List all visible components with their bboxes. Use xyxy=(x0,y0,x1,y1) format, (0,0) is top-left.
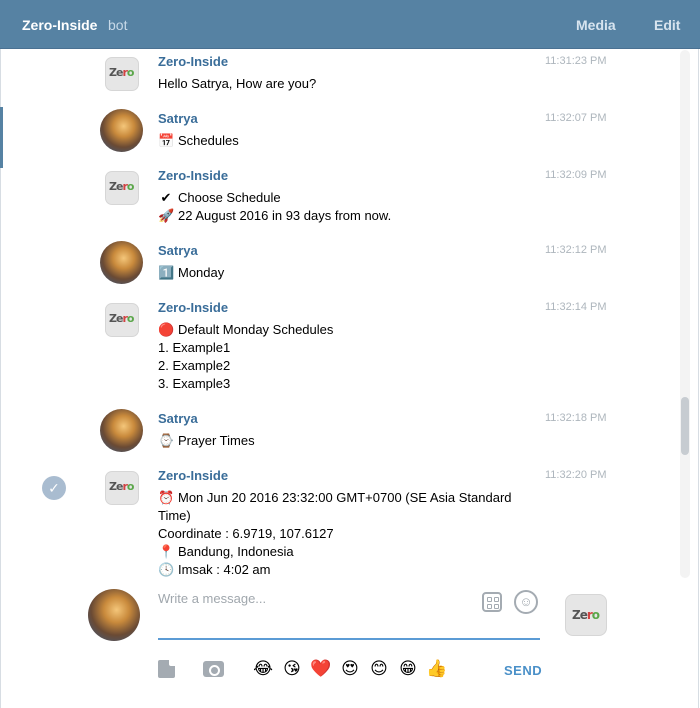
message-sender[interactable]: Zero-Inside xyxy=(158,168,228,183)
user-avatar[interactable] xyxy=(100,109,143,152)
message-text: 1. Example1 xyxy=(158,340,231,355)
media-button[interactable]: Media xyxy=(576,17,616,33)
bot-logo: Zero xyxy=(109,180,134,193)
message-emoji-icon: 🔴 xyxy=(158,322,175,337)
message-emoji-icon: 🕓 xyxy=(158,562,175,577)
message-emoji-icon: 📅 xyxy=(158,133,175,148)
message-text: ⌚ Prayer Times xyxy=(158,433,255,448)
message-time: 11:31:23 PM xyxy=(545,55,607,67)
bot-logo: Zero xyxy=(109,312,134,325)
message-text: ✔ Choose Schedule xyxy=(158,190,281,206)
bot-avatar[interactable]: Zero xyxy=(105,471,139,505)
message-emoji-icon: 1️⃣ xyxy=(158,265,175,280)
message-time: 11:32:09 PM xyxy=(545,169,607,181)
selected-check-icon[interactable]: ✓ xyxy=(42,476,66,500)
message-text: 🚀 22 August 2016 in 93 days from now. xyxy=(158,208,392,223)
message-time: 11:32:07 PM xyxy=(545,112,607,124)
bot-avatar[interactable]: Zero xyxy=(105,57,139,91)
message-input-underline xyxy=(158,638,540,640)
bot-avatar[interactable]: Zero xyxy=(105,303,139,337)
bot-avatar[interactable]: Zero xyxy=(105,171,139,205)
quick-emoji-button[interactable]: 😘 xyxy=(281,658,303,680)
message-input[interactable] xyxy=(158,589,468,607)
right-border xyxy=(698,49,699,708)
message-text: Time) xyxy=(158,508,191,523)
chat-header: Zero-Inside bot Media Edit xyxy=(0,0,700,49)
message-sender[interactable]: Zero-Inside xyxy=(158,300,228,315)
message-sender[interactable]: Zero-Inside xyxy=(158,468,228,483)
message-text: Coordinate : 6.9719, 107.6127 xyxy=(158,526,334,541)
bot-logo: Zero xyxy=(109,66,134,79)
quick-emoji-button[interactable]: 😂 xyxy=(252,658,274,680)
message-text: 📍 Bandung, Indonesia xyxy=(158,544,294,559)
quick-emoji-button[interactable]: ❤️ xyxy=(310,658,332,680)
emoji-picker-icon[interactable]: ☺ xyxy=(514,590,538,614)
message-emoji-icon: 📍 xyxy=(158,544,175,559)
message-sender[interactable]: Satrya xyxy=(158,243,198,258)
scrollbar-thumb[interactable] xyxy=(681,397,689,455)
message-text: ⏰ Mon Jun 20 2016 23:32:00 GMT+0700 (SE A… xyxy=(158,490,512,505)
scrollbar-track[interactable] xyxy=(680,50,690,578)
message-text: Hello Satrya, How are you? xyxy=(158,76,317,91)
send-button[interactable]: SEND xyxy=(504,663,542,678)
message-text: 🕓 Imsak : 4:02 am xyxy=(158,562,271,577)
message-text: 3. Example3 xyxy=(158,376,231,391)
message-text: 1️⃣ Monday xyxy=(158,265,225,280)
quick-emoji-button[interactable]: 😍 xyxy=(339,658,361,680)
peer-bot-avatar[interactable]: Zero xyxy=(565,594,607,636)
message-time: 11:32:12 PM xyxy=(545,244,607,256)
chat-title[interactable]: Zero-Inside xyxy=(22,17,97,33)
quick-emoji-button[interactable]: 👍 xyxy=(426,658,448,680)
message-text: 2. Example2 xyxy=(158,358,231,373)
bot-logo: Zero xyxy=(109,480,134,493)
active-dialog-marker xyxy=(0,107,3,168)
message-text: 📅 Schedules xyxy=(158,133,239,148)
message-time: 11:32:14 PM xyxy=(545,301,607,313)
message-time: 11:32:20 PM xyxy=(545,469,607,481)
message-sender[interactable]: Satrya xyxy=(158,111,198,126)
message-emoji-icon: ✔ xyxy=(160,190,172,205)
quick-emoji-button[interactable]: 😁 xyxy=(397,658,419,680)
message-sender[interactable]: Satrya xyxy=(158,411,198,426)
attach-photo-icon[interactable] xyxy=(203,661,224,677)
user-avatar[interactable] xyxy=(100,241,143,284)
attach-file-icon[interactable] xyxy=(158,660,175,678)
message-emoji-icon: ⏰ xyxy=(158,490,175,505)
bot-logo: Zero xyxy=(572,608,600,622)
edit-button[interactable]: Edit xyxy=(654,17,680,33)
message-emoji-icon: ⌚ xyxy=(158,433,175,448)
user-avatar[interactable] xyxy=(100,409,143,452)
message-text: 🔴 Default Monday Schedules xyxy=(158,322,334,337)
message-emoji-icon: 🚀 xyxy=(158,208,175,223)
message-time: 11:32:18 PM xyxy=(545,412,607,424)
message-sender[interactable]: Zero-Inside xyxy=(158,54,228,69)
my-avatar[interactable] xyxy=(88,589,140,641)
quick-emoji-button[interactable]: 😊 xyxy=(368,658,390,680)
chat-subtitle: bot xyxy=(108,17,128,33)
bot-commands-icon[interactable] xyxy=(482,592,502,612)
